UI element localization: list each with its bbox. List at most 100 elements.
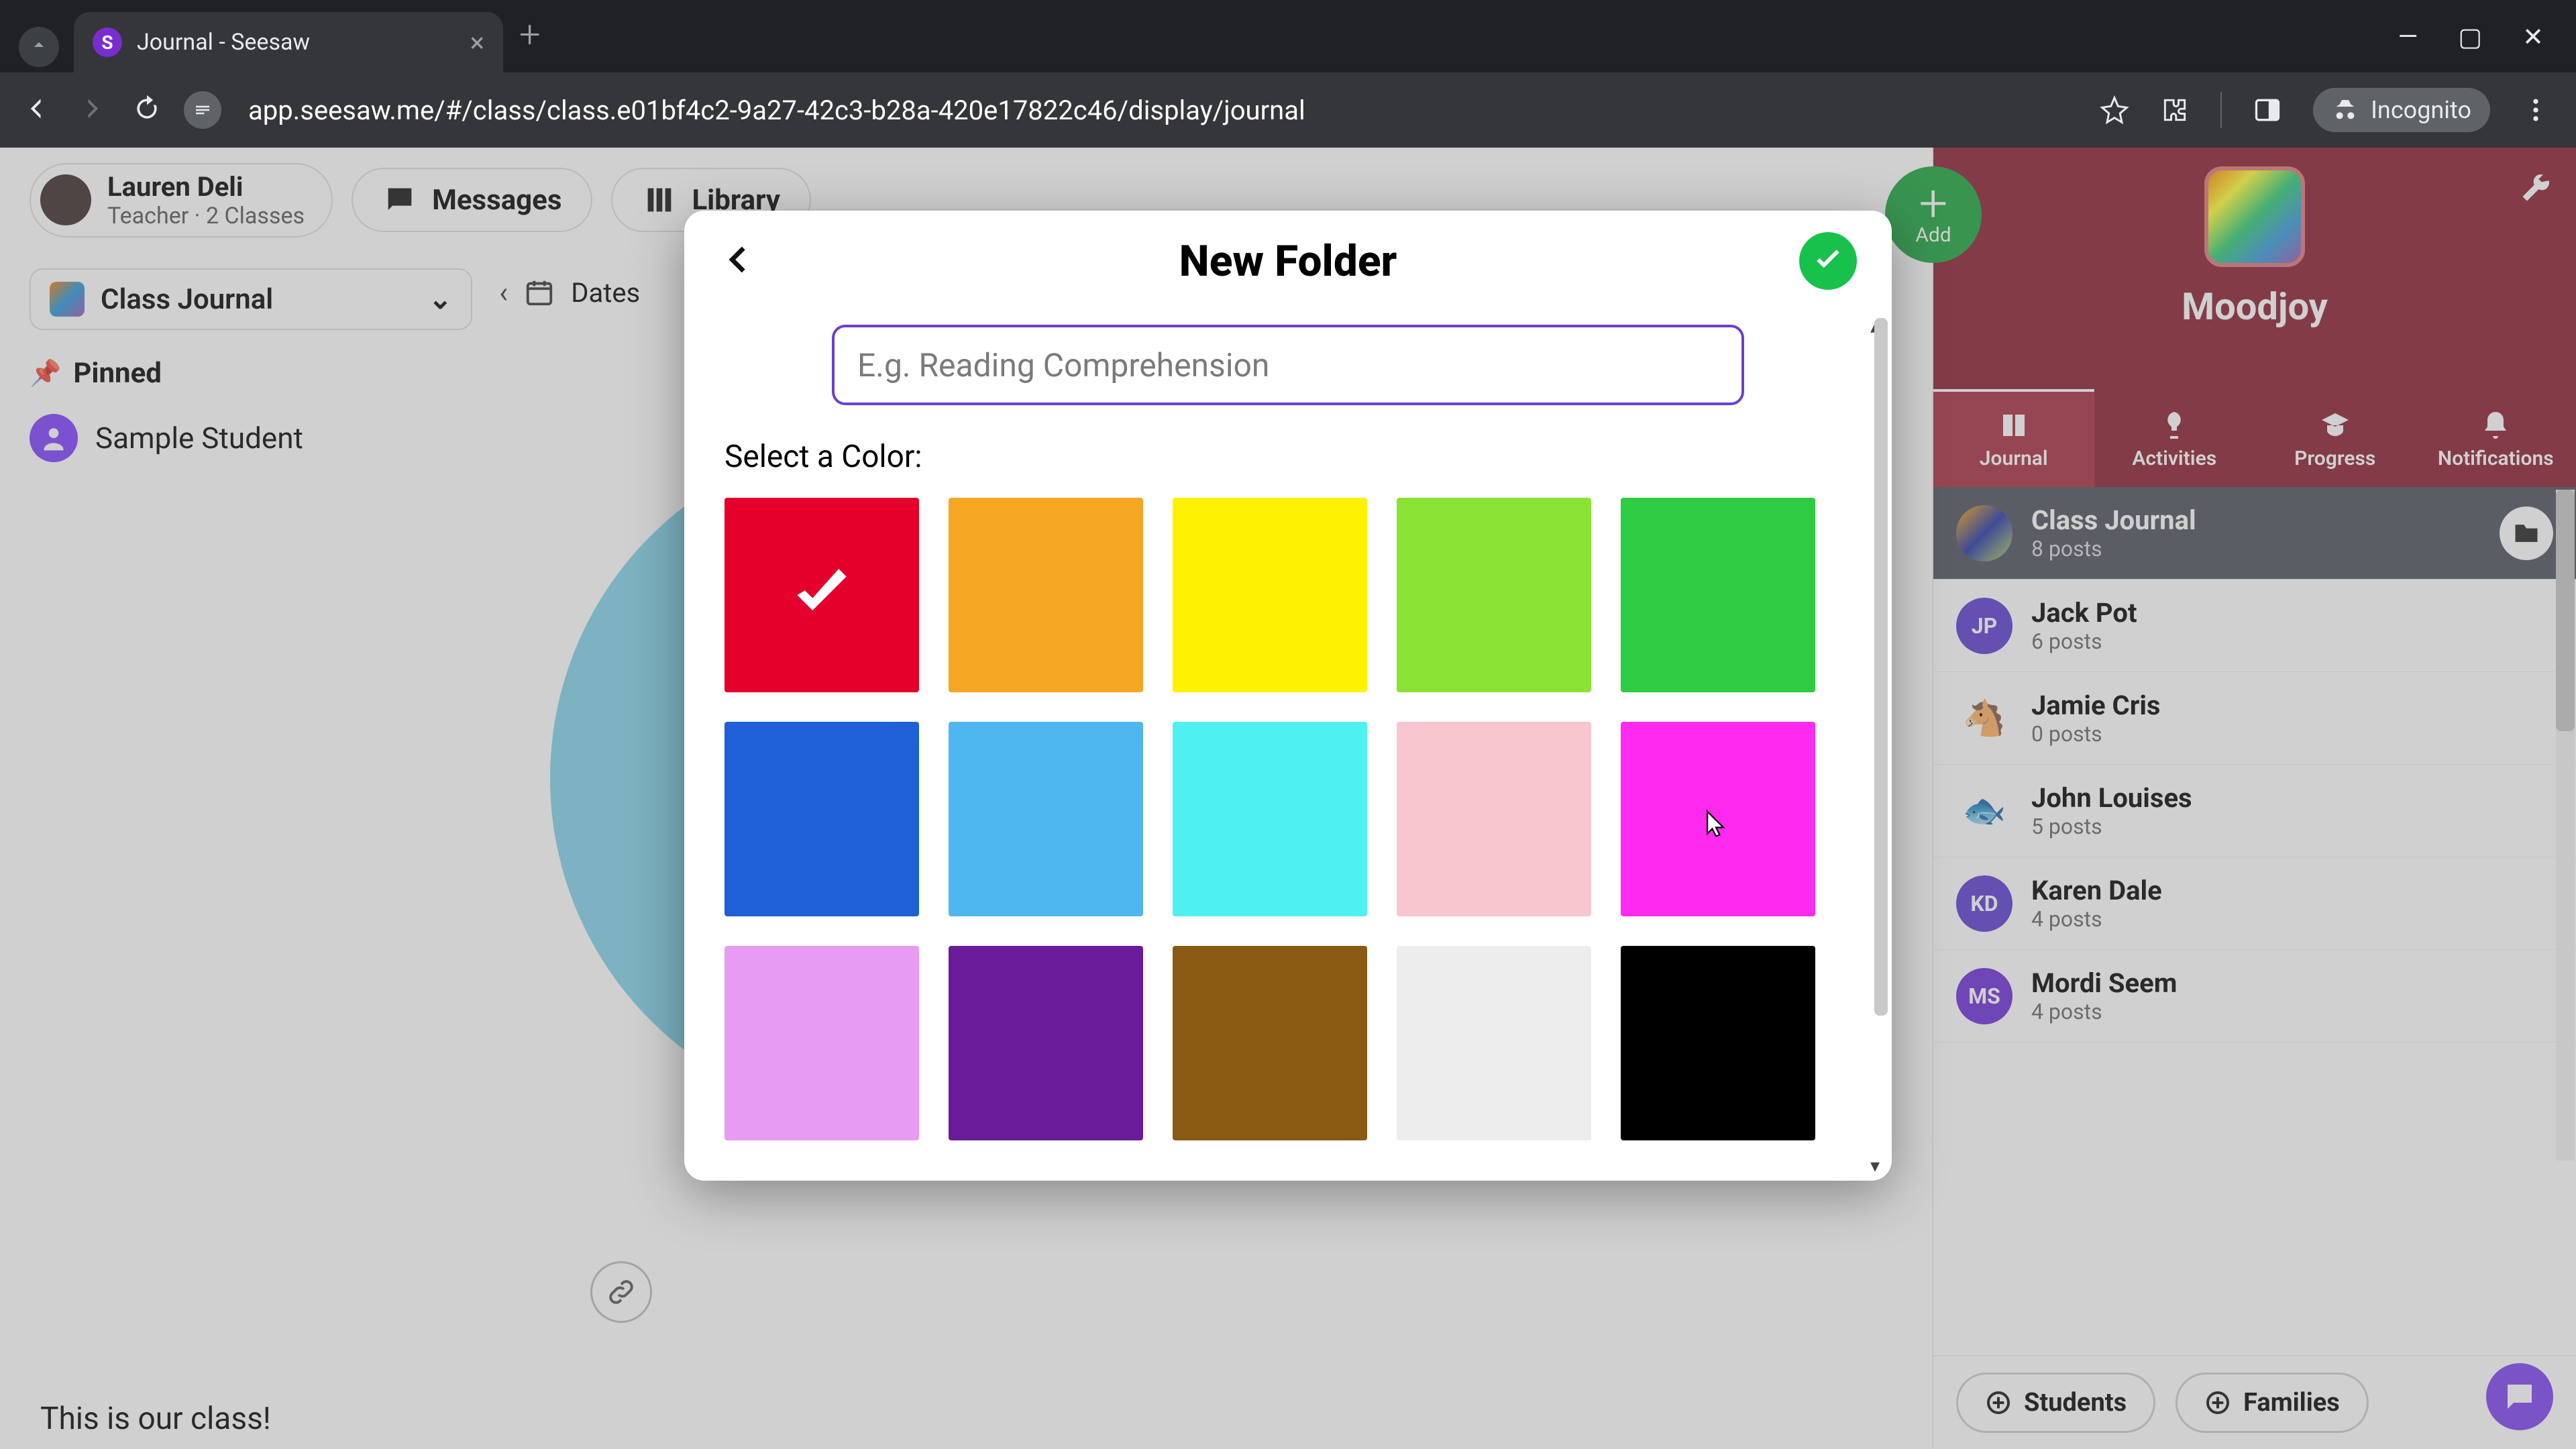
rail-tab-journal[interactable]: Journal (1933, 389, 2094, 487)
color-swatch[interactable] (1621, 498, 1815, 692)
class-logo[interactable] (2204, 166, 2305, 267)
post-caption: This is our class! (40, 1401, 271, 1437)
sample-student-row[interactable]: Sample Student (30, 414, 472, 462)
teacher-avatar (40, 174, 91, 225)
teacher-name: Lauren Deli (107, 171, 305, 203)
settings-wrench-icon[interactable] (2518, 170, 2553, 208)
seesaw-favicon: S (93, 28, 122, 57)
checkmark-icon (724, 498, 919, 692)
side-panel-icon[interactable] (2253, 95, 2282, 125)
browser-toolbar: app.seesaw.me/#/class/class.e01bf4c2-9a2… (0, 72, 2576, 148)
browser-titlebar: S Journal - Seesaw × + — ▢ ✕ (0, 0, 2576, 72)
color-swatch[interactable] (949, 722, 1143, 916)
rail-tab-notifications[interactable]: Notifications (2416, 389, 2576, 487)
attachment-link-button[interactable] (590, 1261, 652, 1323)
color-swatch[interactable] (1621, 946, 1815, 1140)
rail-tab-activities[interactable]: Activities (2094, 389, 2255, 487)
folder-icon[interactable] (2500, 506, 2553, 560)
list-avatar: MS (1956, 968, 2012, 1024)
rail-scrollbar-thumb[interactable] (2556, 490, 2575, 731)
nav-reload-button[interactable] (129, 94, 165, 126)
teacher-chip[interactable]: Lauren Deli Teacher · 2 Classes (30, 163, 333, 237)
rail-tab-activities-label: Activities (2132, 447, 2216, 470)
rail-tab-notifications-label: Notifications (2438, 447, 2554, 470)
list-item-sub: 6 posts (2031, 629, 2137, 654)
color-swatch[interactable] (1397, 722, 1591, 916)
rail-scrollbar[interactable] (2556, 490, 2575, 1161)
nav-forward-button[interactable] (74, 94, 110, 126)
list-item-title: John Louises (2031, 782, 2192, 814)
add-label: Add (1915, 223, 1951, 247)
nav-back-button[interactable] (19, 94, 55, 126)
rail-tab-journal-label: Journal (1980, 447, 2048, 470)
list-item-title: Class Journal (2031, 504, 2196, 536)
modal-back-button[interactable] (719, 240, 758, 282)
color-swatch[interactable] (949, 946, 1143, 1140)
dates-control[interactable]: ‹ Dates (499, 275, 640, 310)
list-avatar: 🐟 (1956, 783, 2012, 839)
folder-name-input[interactable] (832, 325, 1744, 405)
browser-tab[interactable]: S Journal - Seesaw × (74, 12, 503, 72)
color-swatch[interactable] (1173, 722, 1367, 916)
journal-icon (50, 282, 85, 317)
right-rail: + Add Moodjoy Journal Activities Progres… (1932, 148, 2576, 1449)
window-minimize-icon[interactable]: — (2398, 22, 2418, 52)
rail-list-item[interactable]: 🐟 John Louises5 posts (1933, 765, 2576, 857)
list-avatar: JP (1956, 598, 2012, 654)
rail-list-item[interactable]: Class Journal8 posts (1933, 487, 2576, 580)
rail-tab-progress[interactable]: Progress (2255, 389, 2416, 487)
color-swatch-grid (724, 498, 1851, 1140)
incognito-badge[interactable]: Incognito (2313, 88, 2490, 132)
rail-list-item[interactable]: KDKaren Dale4 posts (1933, 857, 2576, 950)
students-button[interactable]: Students (1956, 1373, 2155, 1433)
rail-tabs: Journal Activities Progress Notification… (1933, 389, 2576, 487)
site-info-button[interactable] (184, 91, 221, 129)
rail-list[interactable]: Class Journal8 postsJPJack Pot6 posts🐴Ja… (1933, 487, 2576, 1355)
color-swatch[interactable] (949, 498, 1143, 692)
list-item-title: Jamie Cris (2031, 690, 2160, 721)
new-tab-button[interactable]: + (519, 12, 541, 56)
scroll-down-arrow-icon[interactable]: ▾ (1870, 1155, 1880, 1177)
bookmark-star-icon[interactable] (2100, 95, 2129, 125)
color-swatch[interactable] (1173, 946, 1367, 1140)
color-swatch[interactable] (724, 722, 919, 916)
color-swatch[interactable] (724, 946, 919, 1140)
class-brand-header: + Add Moodjoy (1933, 148, 2576, 389)
color-swatch[interactable] (1397, 498, 1591, 692)
families-label: Families (2243, 1388, 2340, 1417)
chevron-down-icon: ⌄ (429, 282, 452, 316)
modal-confirm-button[interactable] (1799, 232, 1857, 290)
chat-fab[interactable] (2486, 1363, 2553, 1430)
add-button[interactable]: + Add (1885, 166, 1982, 263)
students-label: Students (2024, 1388, 2127, 1417)
families-button[interactable]: Families (2176, 1373, 2369, 1433)
modal-scrollbar-thumb[interactable] (1874, 318, 1888, 1016)
modal-body: ▴ Select a Color: ▾ (684, 325, 1892, 1140)
list-item-sub: 5 posts (2031, 814, 2192, 839)
color-swatch[interactable] (1621, 722, 1815, 916)
list-item-sub: 4 posts (2031, 999, 2177, 1024)
modal-scrollbar[interactable] (1874, 311, 1888, 1154)
messages-tab[interactable]: Messages (352, 168, 592, 232)
chevron-left-icon[interactable]: ‹ (499, 275, 508, 310)
window-maximize-icon[interactable]: ▢ (2458, 22, 2482, 52)
color-swatch[interactable] (1173, 498, 1367, 692)
color-swatch[interactable] (724, 498, 919, 692)
pinned-label: Pinned (73, 357, 162, 390)
tab-search-button[interactable] (19, 27, 59, 67)
modal-title: New Folder (1179, 236, 1397, 286)
extensions-icon[interactable] (2160, 95, 2190, 125)
kebab-menu-icon[interactable] (2521, 95, 2551, 125)
address-bar[interactable]: app.seesaw.me/#/class/class.e01bf4c2-9a2… (240, 95, 2081, 126)
list-item-sub: 0 posts (2031, 721, 2160, 747)
window-close-icon[interactable]: ✕ (2522, 22, 2544, 52)
tab-close-icon[interactable]: × (470, 27, 484, 58)
journal-dropdown[interactable]: Class Journal ⌄ (30, 268, 472, 330)
rail-list-item[interactable]: MSMordi Seem4 posts (1933, 950, 2576, 1042)
toolbar-separator (2220, 92, 2222, 128)
left-column: Class Journal ⌄ 📌 Pinned Sample Student (30, 268, 472, 462)
rail-list-item[interactable]: 🐴Jamie Cris0 posts (1933, 672, 2576, 765)
color-swatch[interactable] (1397, 946, 1591, 1140)
rail-list-item[interactable]: JPJack Pot6 posts (1933, 580, 2576, 672)
plus-icon: + (1919, 183, 1948, 223)
